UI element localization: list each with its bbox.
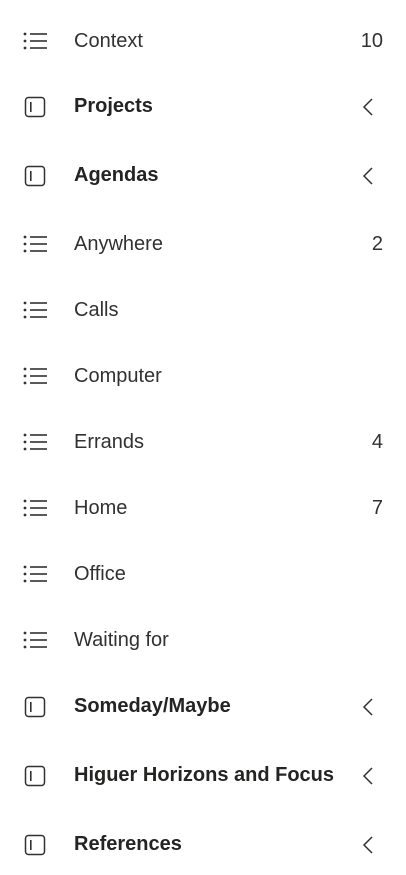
sidebar-item-label: Anywhere <box>74 232 163 255</box>
list-icon <box>22 629 48 651</box>
sidebar-item-label: Computer <box>74 364 162 387</box>
sidebar-item-label: Higuer Horizons and Focus <box>74 764 335 786</box>
sidebar-group-someday-maybe[interactable]: Someday/Maybe <box>0 672 406 741</box>
list-icon <box>22 563 48 585</box>
sidebar-item-anywhere[interactable]: Anywhere 2 <box>0 211 406 277</box>
chevron-left-icon[interactable] <box>360 96 376 118</box>
chevron-left-icon[interactable] <box>360 834 376 856</box>
sidebar-nav: Context 10 Projects Agendas Anywhere 2 C… <box>0 0 406 875</box>
list-icon <box>22 431 48 453</box>
folder-icon <box>22 165 48 187</box>
list-icon <box>22 299 48 321</box>
item-count: 2 <box>371 232 383 255</box>
sidebar-item-label: Home <box>74 496 128 519</box>
sidebar-item-label: Someday/Maybe <box>74 695 231 717</box>
sidebar-item-label: Errands <box>74 430 145 453</box>
sidebar-group-projects[interactable]: Projects <box>0 72 406 141</box>
item-count: 7 <box>371 496 383 519</box>
sidebar-item-label: Office <box>74 562 126 585</box>
sidebar-group-agendas[interactable]: Agendas <box>0 141 406 210</box>
sidebar-item-office[interactable]: Office <box>0 541 406 607</box>
sidebar-item-label: Waiting for <box>74 628 169 651</box>
folder-icon <box>22 96 48 118</box>
sidebar-item-label: Calls <box>74 298 119 321</box>
sidebar-item-waiting-for[interactable]: Waiting for <box>0 607 406 673</box>
sidebar-item-home[interactable]: Home 7 <box>0 475 406 541</box>
sidebar-item-context[interactable]: Context 10 <box>0 8 406 74</box>
chevron-left-icon[interactable] <box>360 165 376 187</box>
list-icon <box>22 233 48 255</box>
folder-icon <box>22 834 48 856</box>
sidebar-item-label: Context <box>74 29 143 52</box>
chevron-left-icon[interactable] <box>360 765 376 787</box>
sidebar-item-label: Agendas <box>74 164 159 186</box>
sidebar-item-calls[interactable]: Calls <box>0 277 406 343</box>
sidebar-group-references[interactable]: References <box>0 810 406 875</box>
list-icon <box>22 497 48 519</box>
folder-icon <box>22 765 48 787</box>
list-icon <box>22 30 48 52</box>
item-count: 4 <box>371 430 383 453</box>
sidebar-item-label: References <box>74 833 182 855</box>
item-count: 10 <box>360 29 383 52</box>
sidebar-group-higher-horizons[interactable]: Higuer Horizons and Focus <box>0 741 406 810</box>
chevron-left-icon[interactable] <box>360 696 376 718</box>
sidebar-item-errands[interactable]: Errands 4 <box>0 409 406 475</box>
folder-icon <box>22 696 48 718</box>
sidebar-item-label: Projects <box>74 95 153 117</box>
sidebar-item-computer[interactable]: Computer <box>0 343 406 409</box>
list-icon <box>22 365 48 387</box>
